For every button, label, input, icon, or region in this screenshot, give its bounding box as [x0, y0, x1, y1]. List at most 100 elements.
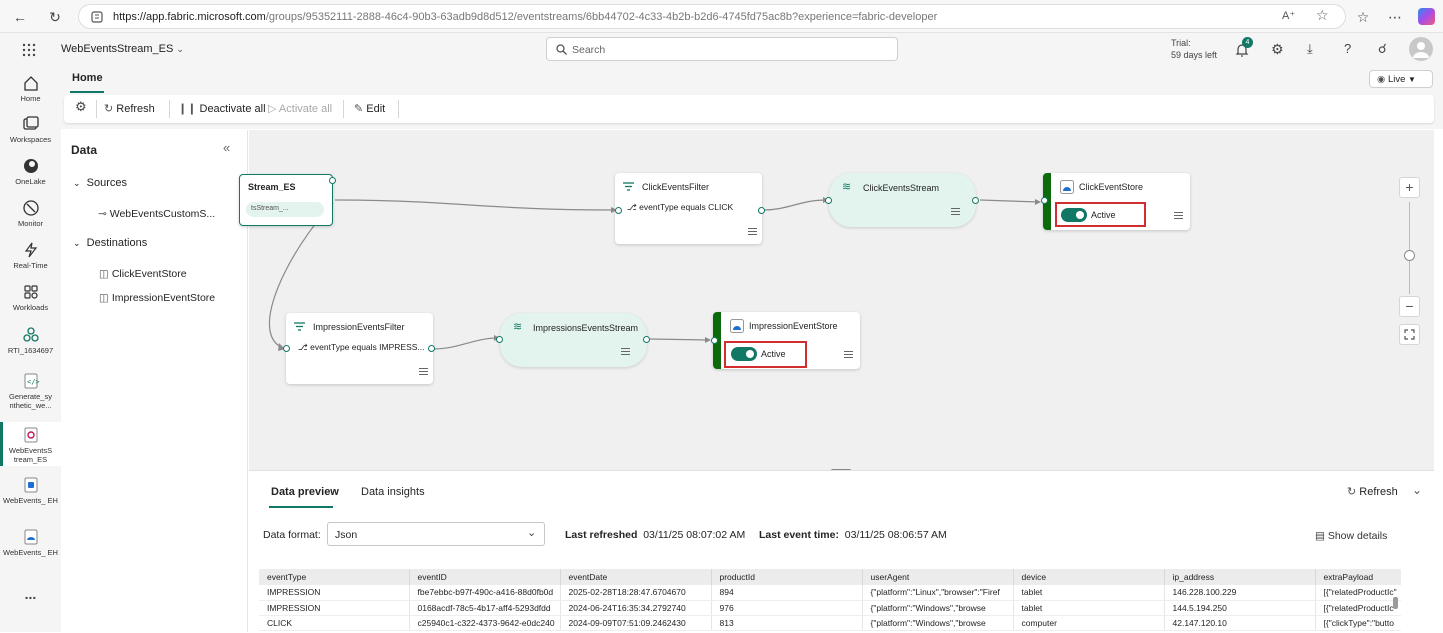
nav-workspaces[interactable]: Workspaces — [0, 115, 61, 144]
nav-monitor[interactable]: Monitor — [0, 199, 61, 228]
deactivate-all-button[interactable]: ❙❙ Deactivate all — [178, 102, 266, 115]
click-filter-output-port[interactable] — [758, 207, 765, 214]
node-menu-icon[interactable] — [844, 351, 853, 358]
favorites-list-icon[interactable]: ☆ — [1353, 7, 1373, 27]
toolbar-divider — [398, 100, 399, 118]
app-launcher-icon[interactable] — [22, 43, 36, 57]
column-header[interactable]: productId — [711, 569, 863, 585]
user-avatar[interactable] — [1409, 37, 1433, 61]
site-info-icon[interactable] — [91, 11, 103, 23]
filter-icon — [294, 322, 305, 331]
nav-webevents-eh-2[interactable]: WebEvents_ EH — [0, 528, 61, 557]
column-header[interactable]: eventDate — [560, 569, 712, 585]
search-box[interactable]: Search — [546, 37, 898, 61]
impression-events-filter-node[interactable]: ImpressionEventsFilter ⎇ eventType equal… — [286, 313, 433, 384]
table-row[interactable]: IMPRESSION fbe7ebbc-b97f-490c-a416-88d0fb… — [259, 585, 1401, 601]
table-cell: CLICK — [259, 615, 410, 631]
tab-home[interactable]: Home — [72, 72, 103, 84]
source-node[interactable]: Stream_ES tsStream_... — [239, 174, 333, 226]
tab-data-insights[interactable]: Data insights — [361, 486, 425, 498]
column-header[interactable]: eventType — [259, 569, 410, 585]
address-bar[interactable]: https://app.fabric.microsoft.com/groups/… — [78, 4, 1346, 29]
live-mode-dropdown[interactable]: ◉ Live ▼ — [1369, 70, 1433, 88]
nav-rti-workspace[interactable]: RTI_1634697 — [0, 326, 61, 355]
download-icon[interactable]: ⤓ — [1307, 41, 1313, 57]
column-header[interactable]: extraPayload — [1315, 569, 1401, 585]
zoom-slider-thumb[interactable] — [1404, 250, 1415, 261]
item-name-dropdown[interactable]: WebEventsStream_ES ⌄ — [61, 43, 184, 55]
nav-workloads[interactable]: Workloads — [0, 283, 61, 312]
favorite-star-icon[interactable]: ☆ — [1316, 7, 1329, 24]
impression-stream-output-port[interactable] — [643, 336, 650, 343]
zoom-in-button[interactable]: + — [1399, 177, 1420, 198]
activate-all-button[interactable]: ▷ Activate all — [268, 102, 332, 115]
nav-home[interactable]: Home — [0, 74, 61, 103]
tab-data-preview[interactable]: Data preview — [271, 486, 339, 498]
settings-gear-icon[interactable]: ⚙ — [75, 99, 87, 115]
column-header[interactable]: ip_address — [1164, 569, 1316, 585]
node-menu-icon[interactable] — [748, 228, 757, 235]
click-filter-input-port[interactable] — [615, 207, 622, 214]
source-item[interactable]: ⊸ WebEventsCustomS... — [98, 208, 215, 220]
zoom-out-button[interactable]: − — [1399, 296, 1420, 317]
node-menu-icon[interactable] — [419, 368, 428, 375]
click-stream-input-port[interactable] — [825, 197, 832, 204]
back-arrow-icon[interactable]: ← — [10, 7, 30, 27]
nav-onelake[interactable]: OneLake — [0, 157, 61, 186]
sources-group-toggle[interactable]: ⌄ Sources — [73, 177, 127, 189]
collapse-panel-chevron-icon[interactable]: ⌄ — [1412, 483, 1422, 497]
destination-item-clickeventstore[interactable]: ◫ ClickEventStore — [99, 268, 187, 280]
destination-item-impressioneventstore[interactable]: ◫ ImpressionEventStore — [99, 292, 215, 304]
table-header-row: eventType eventID eventDate productId us… — [259, 569, 1401, 585]
impressions-events-stream-node[interactable]: ≋ ImpressionsEventsStream — [500, 313, 647, 367]
reload-icon[interactable]: ↻ — [45, 7, 65, 27]
table-cell: 813 — [711, 615, 863, 631]
column-header[interactable]: eventID — [409, 569, 561, 585]
node-menu-icon[interactable] — [621, 348, 630, 355]
table-vertical-scrollbar[interactable] — [1393, 597, 1398, 609]
play-icon: ▷ — [268, 103, 277, 115]
zoom-slider-track[interactable] — [1409, 202, 1410, 294]
copilot-icon[interactable] — [1418, 8, 1435, 25]
nav-more-ellipsis[interactable]: ... — [0, 586, 61, 602]
eventstream-canvas[interactable]: Stream_ES tsStream_... ClickEventsFilter… — [239, 130, 1434, 470]
preview-refresh-button[interactable]: ↻ Refresh — [1347, 485, 1398, 498]
data-format-select[interactable]: Json ⌄ — [327, 522, 545, 546]
node-menu-icon[interactable] — [1174, 212, 1183, 219]
column-header[interactable]: device — [1013, 569, 1165, 585]
share-feedback-icon[interactable]: ☌ — [1378, 41, 1387, 57]
nav-real-time[interactable]: Real-Time — [0, 241, 61, 270]
refresh-button[interactable]: ↻ Refresh — [104, 102, 155, 115]
source-output-port[interactable] — [329, 177, 336, 184]
table-cell: 2025-02-28T18:28:47.6704670 — [560, 585, 712, 601]
click-stream-output-port[interactable] — [972, 197, 979, 204]
column-header[interactable]: userAgent — [862, 569, 1014, 585]
more-menu-icon[interactable]: ⋯ — [1385, 7, 1405, 27]
impression-filter-output-port[interactable] — [428, 345, 435, 352]
data-preview-table-wrap[interactable]: eventType eventID eventDate productId us… — [259, 569, 1401, 633]
node-menu-icon[interactable] — [951, 208, 960, 215]
collapse-panel-icon[interactable]: « — [223, 140, 230, 155]
click-events-stream-node[interactable]: ≋ ClickEventsStream — [829, 173, 976, 227]
table-row[interactable]: IMPRESSION 0168acdf-78c5-4b17-aff4-5293df… — [259, 600, 1401, 616]
impression-store-input-port[interactable] — [711, 337, 718, 344]
destinations-group-toggle[interactable]: ⌄ Destinations — [73, 237, 147, 249]
help-icon[interactable]: ? — [1344, 41, 1351, 56]
impression-filter-input-port[interactable] — [283, 345, 290, 352]
settings-gear-icon[interactable]: ⚙ — [1271, 41, 1284, 58]
table-row[interactable]: CLICK c25940c1-c322-4373-9642-e0dc240 2024… — [259, 615, 1401, 631]
read-aloud-icon[interactable]: A⁺ — [1282, 9, 1295, 22]
workloads-icon — [23, 285, 38, 299]
monitor-icon — [22, 200, 39, 216]
impression-stream-input-port[interactable] — [496, 336, 503, 343]
nav-webevents-eh-1[interactable]: WebEvents_ EH — [0, 476, 61, 505]
click-events-filter-node[interactable]: ClickEventsFilter ⎇ eventType equals CLI… — [615, 173, 762, 244]
click-store-input-port[interactable] — [1041, 197, 1048, 204]
fit-to-screen-button[interactable] — [1399, 324, 1420, 345]
nav-webeventsstream-es[interactable]: WebEventsS tream_ES — [0, 422, 61, 466]
nav-generate-notebook[interactable]: </> Generate_sy nthetic_we... — [0, 372, 61, 410]
eventhouse-icon — [1060, 180, 1074, 194]
edit-button[interactable]: ✎ Edit — [354, 102, 385, 115]
show-details-button[interactable]: ▤ Show details — [1315, 530, 1387, 542]
trial-status[interactable]: Trial: 59 days left — [1171, 37, 1217, 61]
